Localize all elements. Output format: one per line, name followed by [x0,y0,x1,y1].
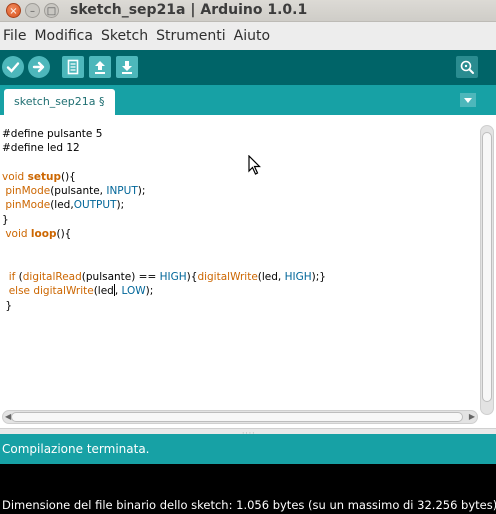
code-line: } [2,213,9,226]
code-line: #define pulsante 5 [2,128,103,140]
code-line: void loop(){ [5,228,72,241]
vertical-scroll-thumb[interactable] [482,132,492,402]
minimize-window-button[interactable]: – [25,3,40,18]
menu-sketch[interactable]: Sketch [101,28,148,44]
horizontal-scroll-thumb[interactable] [11,412,463,422]
verify-icon [6,62,20,73]
code-line: pinMode(pulsante, INPUT); [5,185,146,198]
save-button[interactable] [116,56,138,78]
toolbar [0,50,496,85]
close-window-button[interactable]: × [6,3,21,18]
window-title: sketch_sep21a | Arduino 1.0.1 [70,2,308,18]
code-line: if (digitalRead(pulsante) == HIGH){digit… [8,270,326,283]
status-bar: Compilazione terminata. [0,434,496,464]
console-output[interactable]: Dimensione del file binario dello sketch… [0,464,496,514]
code-line: pinMode(led,OUTPUT); [5,199,125,212]
vertical-scrollbar[interactable] [480,125,494,415]
code-line: } [2,299,13,312]
code-line: void setup(){ [2,170,76,183]
text-caret [113,284,115,297]
code-text[interactable]: #define pulsante 5 #define led 12 void s… [2,127,326,313]
verify-button[interactable] [2,56,24,78]
tab-menu-button[interactable] [460,93,476,107]
title-bar: × – □ sketch_sep21a | Arduino 1.0.1 [0,0,496,22]
mouse-pointer-icon [248,155,261,175]
tab-sketch[interactable]: sketch_sep21a § [4,89,115,115]
code-line: #define led 12 [2,142,80,155]
menu-aiuto[interactable]: Aiuto [234,28,270,44]
menu-bar: File Modifica Sketch Strumenti Aiuto [0,22,496,50]
open-icon [95,61,105,74]
horizontal-scrollbar[interactable]: ◀ ▶ [2,410,478,424]
scroll-right-icon[interactable]: ▶ [469,412,475,421]
status-message: Compilazione terminata. [2,442,150,456]
maximize-window-button[interactable]: □ [44,3,59,18]
tab-strip: sketch_sep21a § [0,85,496,115]
new-icon [67,59,79,75]
new-button[interactable] [62,56,84,78]
console-text: Dimensione del file binario dello sketch… [2,498,496,512]
upload-icon [32,61,45,73]
upload-button[interactable] [28,56,50,78]
code-line: else digitalWrite(led, LOW); [8,284,154,298]
save-icon [122,61,132,74]
serial-monitor-button[interactable] [456,56,478,78]
menu-modifica[interactable]: Modifica [34,28,93,44]
open-button[interactable] [89,56,111,78]
serial-monitor-icon [460,60,474,74]
menu-file[interactable]: File [3,28,26,44]
menu-strumenti[interactable]: Strumenti [156,28,226,44]
chevron-down-icon [464,97,472,103]
